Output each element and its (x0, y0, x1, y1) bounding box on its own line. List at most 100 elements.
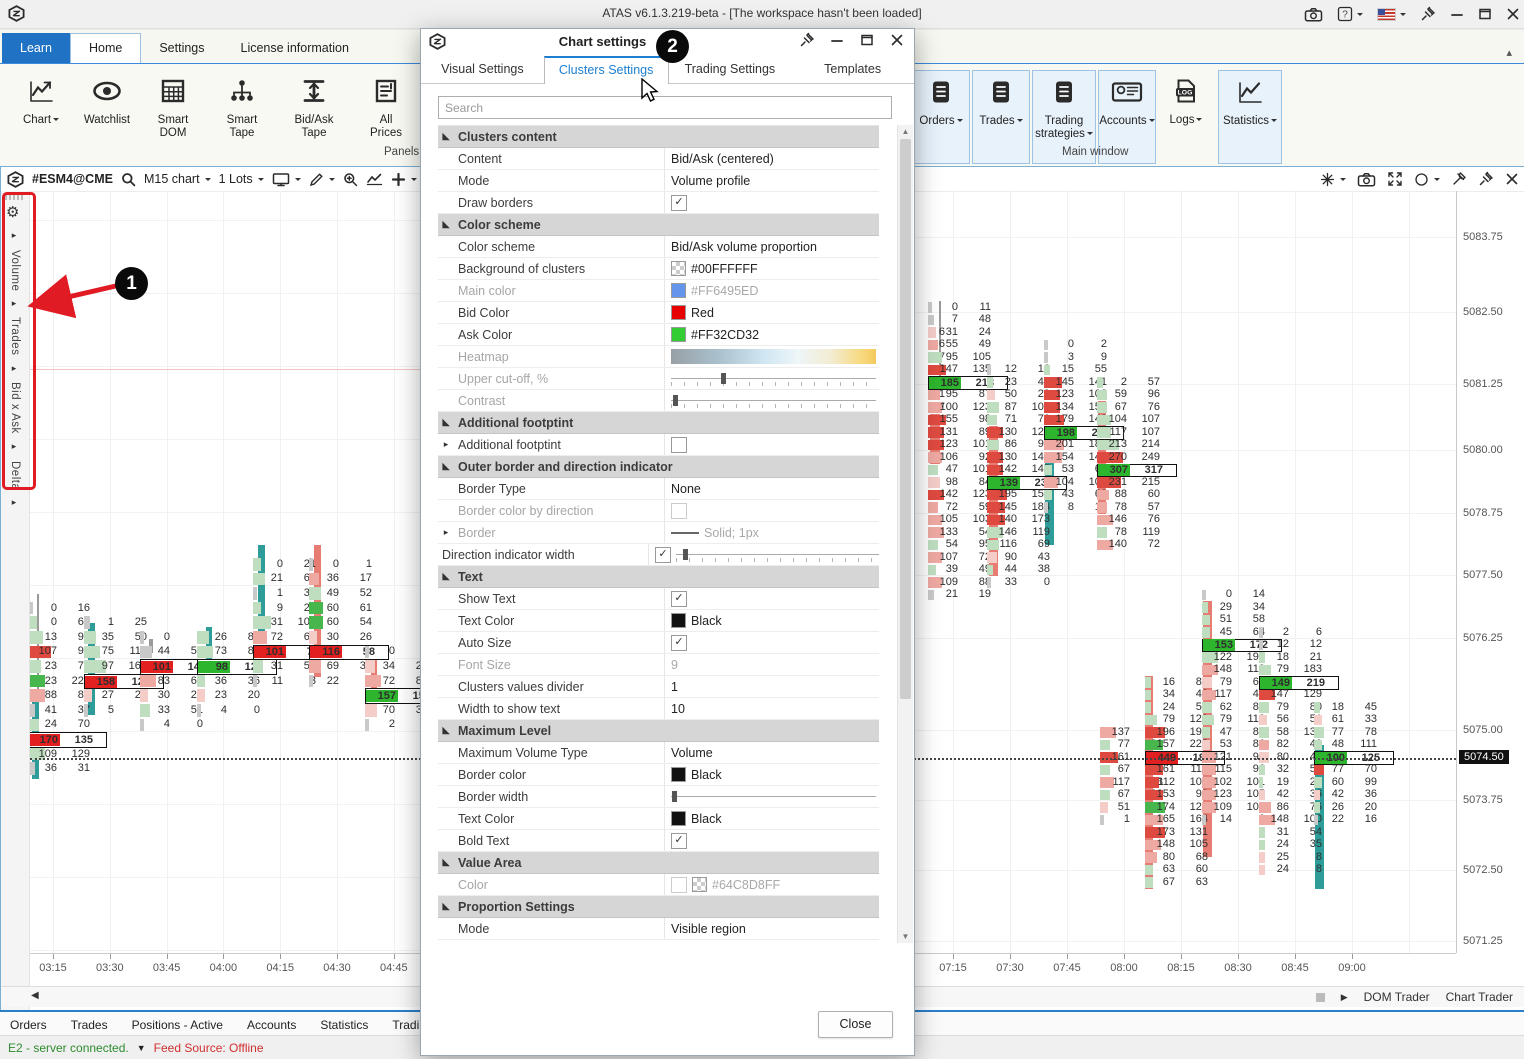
timeframe-select[interactable]: M15 chart (144, 172, 211, 186)
fullscreen-icon[interactable] (1387, 171, 1403, 187)
row-value[interactable]: ✓ (664, 588, 879, 609)
ribbon-button-smart-tape[interactable]: Smart Tape (208, 70, 276, 162)
add-icon[interactable] (391, 172, 417, 187)
lots-select[interactable]: 1 Lots (219, 172, 264, 186)
settings-row-contrast[interactable]: Contrast (438, 390, 879, 412)
row-value[interactable]: Volume profile (664, 170, 879, 191)
row-value[interactable]: ✓ (664, 830, 879, 851)
color-swatch[interactable] (671, 261, 686, 276)
settings-row-bid-color[interactable]: Bid ColorRed (438, 302, 879, 324)
section-collapse-icon[interactable]: ◢ (438, 461, 454, 472)
row-value[interactable]: Bid/Ask (centered) (664, 148, 879, 169)
color-swatch[interactable] (671, 767, 686, 782)
settings-row-main-color[interactable]: Main color#FF6495ED (438, 280, 879, 302)
slider-handle[interactable] (673, 395, 678, 406)
scroll-up-icon[interactable]: ▲ (898, 127, 913, 136)
row-value[interactable] (664, 434, 879, 455)
slider[interactable] (671, 393, 876, 409)
slider-handle[interactable] (721, 373, 726, 384)
circle-tool-icon[interactable] (1414, 172, 1440, 187)
camera-icon[interactable] (1357, 172, 1376, 187)
color-swatch[interactable] (671, 327, 686, 342)
maximize-icon[interactable] (1478, 7, 1492, 21)
row-value[interactable]: Volume (664, 742, 879, 763)
settings-row-clusters-values-divider[interactable]: Clusters values divider1 (438, 676, 879, 698)
close-button[interactable]: Close (818, 1011, 893, 1038)
ribbon-button-trades[interactable]: Trades (972, 70, 1030, 164)
section-collapse-icon[interactable]: ◢ (438, 219, 454, 230)
section-collapse-icon[interactable]: ◢ (438, 571, 454, 582)
dialog-minimize-icon[interactable] (822, 33, 852, 52)
bottom-tab-accounts[interactable]: Accounts (247, 1018, 296, 1032)
slider[interactable] (671, 371, 876, 387)
checkbox-checked[interactable]: ✓ (655, 547, 671, 563)
color-swatch[interactable] (671, 811, 686, 826)
settings-row-text-color[interactable]: Text ColorBlack (438, 610, 879, 632)
dialog-tab-templates[interactable]: Templates (791, 56, 914, 83)
panel-expand-icon[interactable]: ▶ (1341, 992, 1348, 1003)
ribbon-button-logs[interactable]: LOGLogs (1158, 70, 1214, 162)
settings-row-mode[interactable]: ModeVisible region (438, 918, 879, 940)
slider[interactable] (671, 789, 876, 805)
footer-tab-chart-trader[interactable]: Chart Trader (1446, 990, 1513, 1004)
settings-row-heatmap[interactable]: Heatmap (438, 346, 879, 368)
bottom-tab-statistics[interactable]: Statistics (320, 1018, 368, 1032)
slider[interactable] (676, 547, 879, 563)
settings-search-input[interactable] (438, 96, 892, 119)
expand-arrow-icon[interactable]: ▸ (10, 498, 20, 509)
close-icon[interactable] (1505, 172, 1519, 186)
heatmap-gradient[interactable] (671, 349, 876, 364)
ribbon-button-bid-ask-tape[interactable]: Bid/Ask Tape (280, 70, 348, 162)
bottom-tab-orders[interactable]: Orders (10, 1018, 47, 1032)
ribbon-tab-license-information[interactable]: License information (223, 33, 367, 63)
slider-handle[interactable] (683, 549, 688, 560)
color-swatch[interactable] (671, 613, 686, 628)
row-value[interactable]: Black (664, 764, 879, 785)
row-value[interactable]: ✓ (648, 544, 879, 565)
pin-icon[interactable] (1478, 171, 1494, 187)
slider-handle[interactable] (672, 791, 677, 802)
checkbox-unchecked[interactable] (671, 437, 687, 453)
pin-icon[interactable] (1420, 6, 1436, 22)
row-value[interactable]: 1 (664, 676, 879, 697)
pencil-icon[interactable] (309, 172, 335, 187)
settings-row-text-color[interactable]: Text ColorBlack (438, 808, 879, 830)
section-collapse-icon[interactable]: ◢ (438, 131, 454, 142)
connection-dropdown-icon[interactable]: ▼ (137, 1043, 146, 1053)
scroll-down-icon[interactable]: ▼ (898, 932, 913, 941)
settings-row-background-of-clusters[interactable]: Background of clusters#00FFFFFF (438, 258, 879, 280)
scrollbar-thumb[interactable] (900, 139, 911, 699)
symbol-label[interactable]: #ESM4@CME (32, 172, 113, 186)
row-expand-icon[interactable]: ▸ (438, 439, 454, 450)
settings-row-width-to-show-text[interactable]: Width to show text10 (438, 698, 879, 720)
zoom-icon[interactable] (343, 172, 358, 187)
ribbon-button-orders[interactable]: Orders (912, 70, 970, 164)
settings-scrollbar[interactable]: ▲ ▼ (897, 125, 913, 943)
dialog-pin-icon[interactable] (792, 32, 822, 53)
row-value[interactable]: None (664, 478, 879, 499)
settings-row-additional-footptint[interactable]: ▸Additional footptint (438, 434, 879, 456)
dialog-tab-visual-settings[interactable]: Visual Settings (421, 56, 544, 83)
indicator-icon[interactable] (366, 173, 383, 186)
flag-icon[interactable] (1377, 8, 1406, 21)
color-swatch[interactable] (692, 877, 707, 892)
row-value[interactable]: Red (664, 302, 879, 323)
ribbon-tab-learn[interactable]: Learn (2, 33, 70, 63)
ribbon-tab-home[interactable]: Home (70, 33, 141, 63)
row-value[interactable]: #00FFFFFF (664, 258, 879, 279)
footer-tab-dom-trader[interactable]: DOM Trader (1364, 990, 1430, 1004)
row-value[interactable] (664, 500, 879, 521)
settings-row-content[interactable]: ContentBid/Ask (centered) (438, 148, 879, 170)
minimize-icon[interactable] (1450, 7, 1464, 21)
ribbon-button-watchlist[interactable]: Watchlist (76, 70, 138, 162)
row-value[interactable]: ✓ (664, 632, 879, 653)
row-value[interactable]: Black (664, 808, 879, 829)
row-value[interactable]: Visible region (664, 918, 879, 939)
section-collapse-icon[interactable]: ◢ (438, 417, 454, 428)
dialog-close-icon[interactable] (882, 33, 912, 52)
settings-row-maximum-volume-type[interactable]: Maximum Volume TypeVolume (438, 742, 879, 764)
row-value[interactable]: ✓ (664, 192, 879, 213)
settings-row-border-color-by-direction[interactable]: Border color by direction (438, 500, 879, 522)
settings-row-draw-borders[interactable]: Draw borders✓ (438, 192, 879, 214)
settings-row-direction-indicator-width[interactable]: Direction indicator width✓ (438, 544, 879, 566)
